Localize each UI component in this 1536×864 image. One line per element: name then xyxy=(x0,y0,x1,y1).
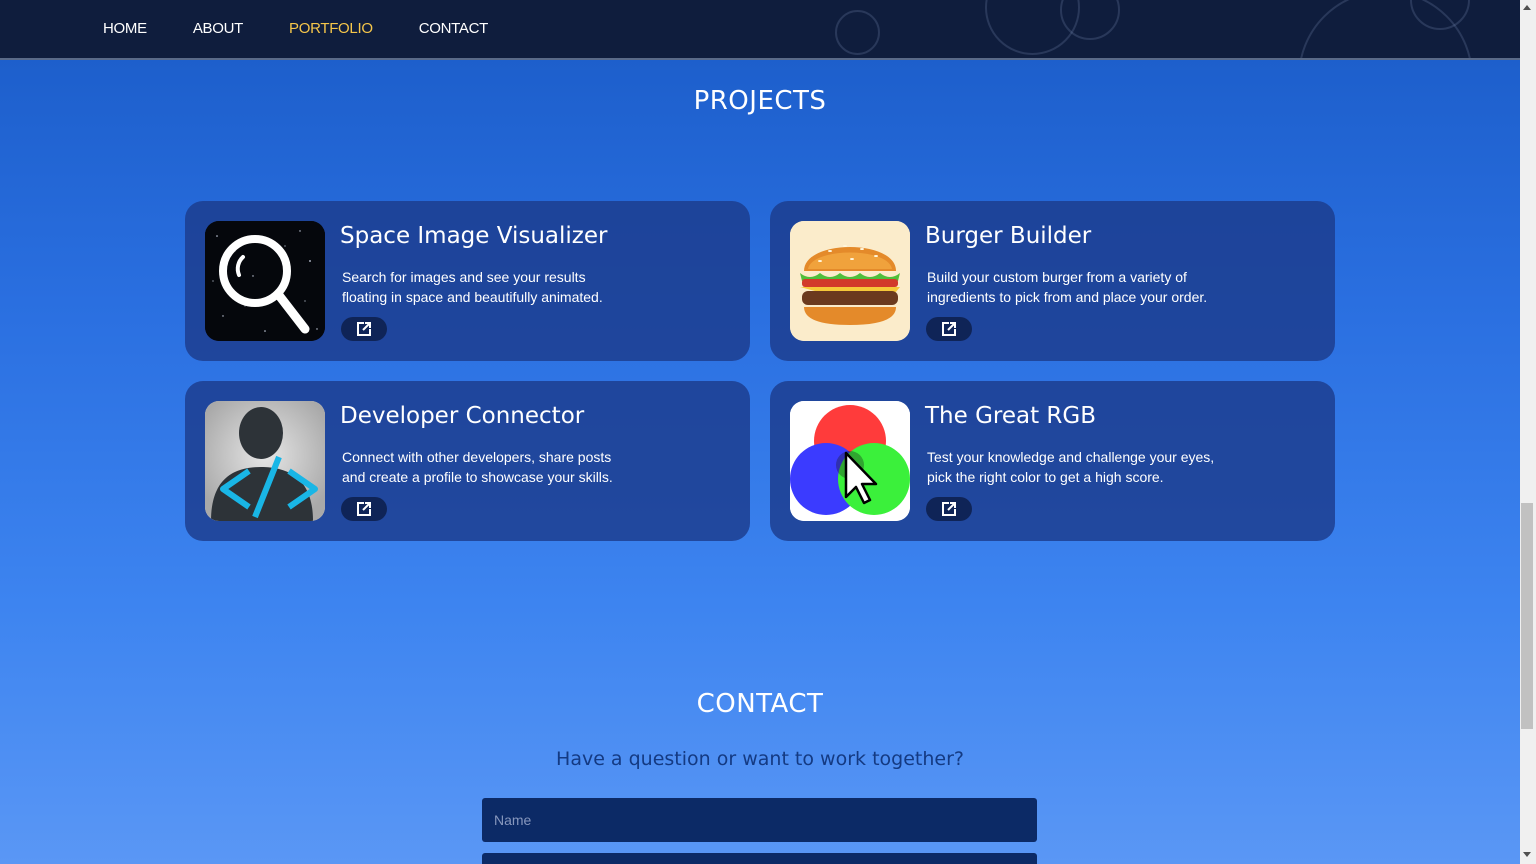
project-description: Search for images and see your results f… xyxy=(342,267,642,307)
project-title: Space Image Visualizer xyxy=(340,223,608,249)
project-description-line: and create a profile to showcase your sk… xyxy=(342,469,613,485)
nav-home[interactable]: HOME xyxy=(103,20,147,37)
project-description-line: floating in space and beautifully animat… xyxy=(342,289,603,305)
project-description-line: pick the right color to get a high score… xyxy=(927,469,1164,485)
decorative-bubble xyxy=(835,10,880,55)
project-card-developer-connector: Developer Connector Connect with other d… xyxy=(185,381,750,541)
magnifier-space-icon[interactable] xyxy=(205,221,325,341)
contact-subtitle: Have a question or want to work together… xyxy=(556,748,964,770)
project-description: Test your knowledge and challenge your e… xyxy=(927,447,1227,487)
project-title: Developer Connector xyxy=(340,403,585,429)
top-navbar: HOME ABOUT PORTFOLIO CONTACT xyxy=(0,0,1520,60)
project-description-line: ingredients to pick from and place your … xyxy=(927,289,1208,305)
project-card-the-great-rgb: The Great RGB Test your knowledge and ch… xyxy=(770,381,1335,541)
contact-heading: CONTACT xyxy=(696,689,824,719)
external-link-button[interactable] xyxy=(926,317,972,341)
external-link-button[interactable] xyxy=(341,317,387,341)
burger-icon[interactable] xyxy=(790,221,910,341)
scrollbar-thumb[interactable] xyxy=(1521,503,1533,729)
project-description-line: Connect with other developers, share pos… xyxy=(342,449,612,465)
external-link-button[interactable] xyxy=(341,497,387,521)
external-link-icon xyxy=(942,502,956,516)
nav-contact[interactable]: CONTACT xyxy=(419,20,489,37)
page-scrollbar[interactable] xyxy=(1520,0,1536,864)
developer-code-icon[interactable] xyxy=(205,401,325,521)
project-description-line: Search for images and see your results xyxy=(342,269,586,285)
external-link-icon xyxy=(357,322,371,336)
nav-about[interactable]: ABOUT xyxy=(193,20,243,37)
name-input[interactable] xyxy=(482,798,1037,842)
project-title: The Great RGB xyxy=(925,403,1097,429)
scroll-up-icon[interactable] xyxy=(1523,5,1531,10)
external-link-icon xyxy=(942,322,956,336)
nav-links: HOME ABOUT PORTFOLIO CONTACT xyxy=(103,20,534,37)
project-title: Burger Builder xyxy=(925,223,1092,249)
project-card-space-image-visualizer: Space Image Visualizer Search for images… xyxy=(185,201,750,361)
project-description: Build your custom burger from a variety … xyxy=(927,267,1227,307)
project-description-line: Test your knowledge and challenge your e… xyxy=(927,449,1215,465)
nav-portfolio[interactable]: PORTFOLIO xyxy=(289,20,373,37)
external-link-icon xyxy=(357,502,371,516)
scroll-down-icon[interactable] xyxy=(1523,852,1531,857)
project-card-burger-builder: Burger Builder Build your custom burger … xyxy=(770,201,1335,361)
rgb-circles-icon[interactable] xyxy=(790,401,910,521)
email-input[interactable] xyxy=(482,853,1037,864)
projects-heading: PROJECTS xyxy=(693,86,827,116)
project-description: Connect with other developers, share pos… xyxy=(342,447,642,487)
external-link-button[interactable] xyxy=(926,497,972,521)
project-description-line: Build your custom burger from a variety … xyxy=(927,269,1187,285)
